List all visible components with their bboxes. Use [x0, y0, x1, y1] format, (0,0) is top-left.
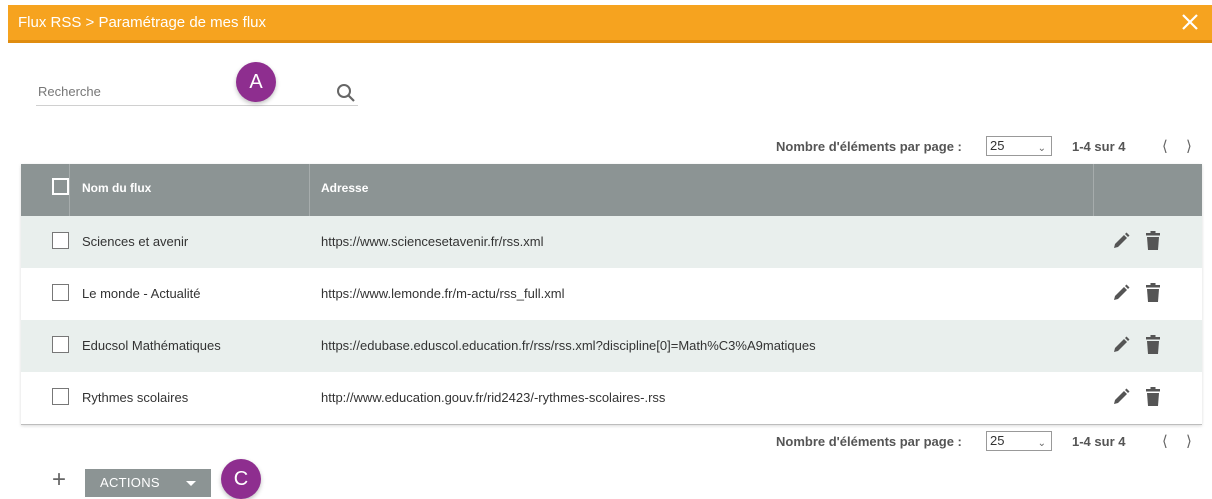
- column-header-name: Nom du flux: [21, 164, 310, 216]
- table-row: Le monde - Actualité https://www.lemonde…: [21, 268, 1202, 320]
- row-checkbox[interactable]: [52, 388, 69, 405]
- window-titlebar: Flux RSS > Paramétrage de mes flux: [8, 5, 1212, 43]
- column-label-name: Nom du flux: [82, 181, 152, 195]
- actions-dropdown-button[interactable]: ACTIONS: [85, 469, 211, 497]
- rss-feeds-table: Nom du flux Adresse Sciences et avenir h…: [21, 164, 1202, 425]
- chevron-down-icon: ⌄: [1037, 438, 1046, 449]
- feed-url: https://www.lemonde.fr/m-actu/rss_full.x…: [321, 286, 565, 301]
- pagination-top: Nombre d'éléments par page : 25 ⌄ 1-4 su…: [776, 136, 1206, 158]
- per-page-label: Nombre d'éléments par page :: [776, 139, 962, 154]
- search-box: [36, 78, 358, 106]
- close-icon[interactable]: [1180, 11, 1200, 33]
- pencil-icon[interactable]: [1111, 283, 1131, 303]
- table-row: Educsol Mathématiques https://edubase.ed…: [21, 320, 1202, 372]
- feed-url: https://edubase.eduscol.education.fr/rss…: [321, 338, 816, 353]
- pencil-icon[interactable]: [1111, 387, 1131, 407]
- trash-icon[interactable]: [1145, 335, 1161, 355]
- column-divider: [69, 164, 70, 216]
- chevron-right-icon[interactable]: ⟩: [1186, 432, 1192, 450]
- feed-name: Sciences et avenir: [82, 234, 189, 249]
- pencil-icon[interactable]: [1111, 335, 1131, 355]
- table-row: Sciences et avenir https://www.sciencese…: [21, 216, 1202, 268]
- per-page-value: 25: [990, 138, 1005, 153]
- annotation-badge-c: C: [221, 459, 261, 499]
- column-header-address: Adresse: [310, 164, 1094, 216]
- chevron-down-icon: ⌄: [1037, 143, 1046, 154]
- chevron-right-icon[interactable]: ⟩: [1186, 137, 1192, 155]
- page-range: 1-4 sur 4: [1072, 139, 1126, 154]
- feed-url: http://www.education.gouv.fr/rid2423/-ry…: [321, 390, 666, 405]
- window-title: Flux RSS > Paramétrage de mes flux: [18, 14, 267, 31]
- chevron-left-icon[interactable]: ⟨: [1162, 432, 1168, 450]
- pencil-icon[interactable]: [1111, 231, 1131, 251]
- actions-label: ACTIONS: [100, 475, 160, 490]
- per-page-label: Nombre d'éléments par page :: [776, 434, 962, 449]
- search-input[interactable]: [38, 84, 318, 99]
- trash-icon[interactable]: [1145, 283, 1161, 303]
- feed-name: Le monde - Actualité: [82, 286, 201, 301]
- page-range: 1-4 sur 4: [1072, 434, 1126, 449]
- select-all-checkbox[interactable]: [52, 178, 69, 195]
- per-page-select[interactable]: 25 ⌄: [986, 136, 1052, 156]
- feed-name: Educsol Mathématiques: [82, 338, 221, 353]
- feed-url: https://www.sciencesetavenir.fr/rss.xml: [321, 234, 544, 249]
- per-page-value: 25: [990, 433, 1005, 448]
- pagination-bottom: Nombre d'éléments par page : 25 ⌄ 1-4 su…: [776, 431, 1206, 453]
- row-checkbox[interactable]: [52, 232, 69, 249]
- column-label-address: Adresse: [321, 181, 369, 195]
- caret-down-icon: [186, 481, 196, 486]
- row-checkbox[interactable]: [52, 336, 69, 353]
- chevron-left-icon[interactable]: ⟨: [1162, 137, 1168, 155]
- search-icon[interactable]: [336, 83, 356, 103]
- trash-icon[interactable]: [1145, 387, 1161, 407]
- row-checkbox[interactable]: [52, 284, 69, 301]
- annotation-badge-a: A: [236, 62, 276, 102]
- table-row: Rythmes scolaires http://www.education.g…: [21, 372, 1202, 424]
- plus-icon[interactable]: +: [52, 468, 72, 492]
- per-page-select[interactable]: 25 ⌄: [986, 431, 1052, 451]
- trash-icon[interactable]: [1145, 231, 1161, 251]
- feed-name: Rythmes scolaires: [82, 390, 189, 405]
- table-header: Nom du flux Adresse: [21, 164, 1202, 216]
